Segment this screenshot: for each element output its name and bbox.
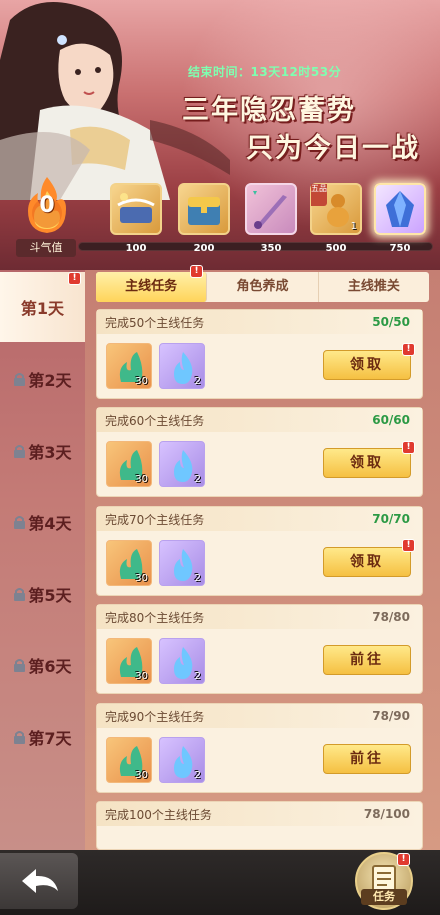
event-end-time: 结束时间：13天12时53分	[188, 65, 342, 79]
reward-item[interactable]: 30	[106, 540, 152, 586]
task-category-tabs: 主线任务 角色养成 主线推关	[96, 272, 429, 302]
task-progress: 50/50	[372, 315, 410, 329]
reward-threshold: 100	[125, 243, 147, 254]
item-quantity: 2	[194, 376, 201, 387]
day-tab-6[interactable]: 第6天	[0, 631, 85, 699]
task-card: 完成80个主线任务 78/80 30 2 前往	[96, 604, 423, 694]
day-label: 第3天	[28, 443, 72, 462]
reward-item[interactable]: 2	[159, 638, 205, 684]
lock-icon	[14, 516, 26, 529]
sword-icon	[253, 191, 287, 229]
task-progress: 70/70	[372, 512, 410, 526]
day-label: 第4天	[28, 514, 72, 533]
blue-crystal-icon	[386, 191, 414, 227]
reward-item[interactable]: 30	[106, 638, 152, 684]
reward-item[interactable]: 30	[106, 343, 152, 389]
reward-item[interactable]: 30	[106, 441, 152, 487]
event-slogan-line1: 三年隐忍蓄势	[182, 95, 356, 126]
task-progress: 78/80	[372, 610, 410, 624]
day-label: 第5天	[28, 586, 72, 605]
reward-item[interactable]: 30	[106, 737, 152, 783]
reward-500[interactable]: 五品 1	[310, 183, 362, 235]
claim-alert-badge: !	[402, 343, 415, 356]
task-card: 完成90个主线任务 78/90 30 2 前往	[96, 703, 423, 793]
task-progress: 78/100	[363, 807, 410, 821]
task-title: 完成60个主线任务	[105, 413, 205, 428]
day-tab-2[interactable]: 第2天	[0, 345, 85, 413]
task-alert-badge: !	[397, 853, 410, 866]
day-label: 第6天	[28, 657, 72, 676]
item-quantity: 30	[135, 671, 148, 682]
reward-item[interactable]: 2	[159, 540, 205, 586]
points-value: 0	[39, 193, 55, 218]
reward-350[interactable]	[245, 183, 297, 235]
item-quantity: 30	[135, 573, 148, 584]
day-tab-7[interactable]: 第7天	[0, 703, 85, 771]
task-progress: 78/90	[372, 709, 410, 723]
task-card: 完成70个主线任务 70/70 30 2 领取	[96, 506, 423, 596]
task-card: 完成60个主线任务 60/60 30 2 领取	[96, 407, 423, 497]
reward-count: 1	[350, 221, 357, 232]
scroll-chest-icon	[117, 193, 155, 223]
reward-threshold: 750	[389, 243, 411, 254]
lock-icon	[14, 731, 26, 744]
item-quantity: 30	[135, 474, 148, 485]
task-title: 完成80个主线任务	[105, 610, 205, 625]
points-label: 斗气值	[16, 239, 76, 257]
claim-button[interactable]: 领取	[323, 448, 411, 478]
goto-button[interactable]: 前往	[323, 645, 411, 675]
task-card: 完成50个主线任务 50/50 30 2 领取	[96, 309, 423, 399]
day-label: 第7天	[28, 729, 72, 748]
item-quantity: 2	[194, 770, 201, 781]
treasure-chest-icon	[188, 197, 220, 225]
fighting-spirit-points: 0	[20, 175, 74, 237]
lock-icon	[14, 588, 26, 601]
day-tab-4[interactable]: 第4天	[0, 488, 85, 556]
reward-item[interactable]: 2	[159, 441, 205, 487]
reward-200[interactable]	[178, 183, 230, 235]
day-tab-5[interactable]: 第5天	[0, 560, 85, 628]
item-quantity: 30	[135, 376, 148, 387]
item-quantity: 2	[194, 474, 201, 485]
day1-alert-badge: !	[68, 272, 81, 285]
lock-icon	[14, 659, 26, 672]
task-title: 完成90个主线任务	[105, 709, 205, 724]
goto-button[interactable]: 前往	[323, 744, 411, 774]
reward-threshold: 200	[193, 243, 215, 254]
grade-tag: 五品	[311, 184, 327, 206]
tab-main-stage[interactable]: 主线推关	[319, 272, 429, 302]
reward-threshold: 500	[325, 243, 347, 254]
day-tab-3[interactable]: 第3天	[0, 417, 85, 485]
task-title: 完成50个主线任务	[105, 315, 205, 330]
item-quantity: 2	[194, 671, 201, 682]
lock-icon	[14, 445, 26, 458]
back-button[interactable]	[0, 853, 78, 909]
claim-alert-badge: !	[402, 539, 415, 552]
claim-alert-badge: !	[402, 441, 415, 454]
reward-item[interactable]: 2	[159, 343, 205, 389]
task-title: 完成70个主线任务	[105, 512, 205, 527]
item-quantity: 30	[135, 770, 148, 781]
task-card: 完成100个主线任务 78/100	[96, 801, 423, 850]
back-arrow-icon	[22, 869, 58, 893]
reward-threshold: 350	[260, 243, 282, 254]
tab-character-growth[interactable]: 角色养成	[207, 272, 319, 302]
reward-item[interactable]: 2	[159, 737, 205, 783]
tab-alert-badge: !	[190, 265, 203, 278]
day-label: 第1天	[20, 299, 65, 318]
item-quantity: 2	[194, 573, 201, 584]
event-slogan-line2: 只为今日一战	[246, 133, 420, 164]
task-button-label: 任务	[361, 889, 407, 905]
day-label: 第2天	[28, 371, 72, 390]
reward-750[interactable]	[374, 183, 426, 235]
claim-button[interactable]: 领取	[323, 547, 411, 577]
lock-icon	[14, 373, 26, 386]
task-title: 完成100个主线任务	[105, 807, 212, 822]
reward-100[interactable]	[110, 183, 162, 235]
task-progress: 60/60	[372, 413, 410, 427]
claim-button[interactable]: 领取	[323, 350, 411, 380]
